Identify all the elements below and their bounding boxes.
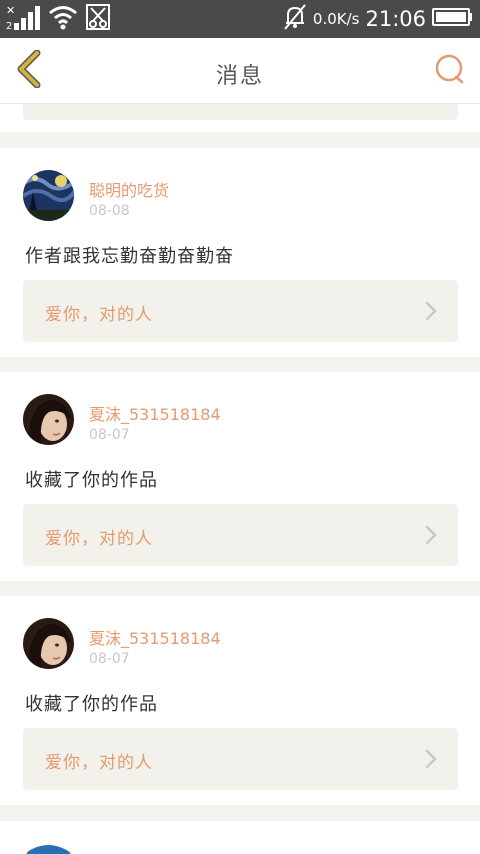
username[interactable]: 夏沫_531518184 [89, 625, 221, 649]
avatar[interactable] [23, 170, 74, 221]
message-text: 收藏了你的作品 [25, 470, 158, 491]
svg-text:✕: ✕ [6, 4, 15, 17]
list-item[interactable]: 夏沫_531518184 08-07 收藏了你的作品 爱你，对的人 [0, 596, 480, 805]
avatar[interactable] [23, 841, 74, 854]
username[interactable]: 聪明的吃货 [89, 177, 169, 201]
network-speed: 0.0K/s [312, 10, 360, 28]
work-title: 爱你，对的人 [45, 529, 153, 549]
status-bar-right: 0.0K/s 21:06 [283, 4, 474, 34]
list-item[interactable]: 聪明的吃货 08-08 作者跟我忘勤奋勤奋勤奋 爱你，对的人 [0, 148, 480, 357]
chevron-right-icon [424, 300, 438, 322]
clock-time: 21:06 [365, 7, 426, 31]
work-title: 爱你，对的人 [45, 753, 153, 773]
mute-bell-icon [283, 4, 307, 34]
app-header: 消息 [0, 38, 480, 104]
search-icon [434, 53, 466, 89]
svg-text:2: 2 [6, 21, 12, 31]
timestamp: 08-07 [89, 651, 130, 667]
list-item[interactable]: 夏沫_531518184 08-07 收藏了你的作品 爱你，对的人 [0, 372, 480, 581]
status-bar: ✕ 2 0.0K/s 21:06 [0, 0, 480, 38]
username[interactable]: 夏沫_531518184 [89, 401, 221, 425]
list-item-partial [0, 104, 480, 132]
timestamp: 08-08 [89, 203, 130, 219]
work-reference[interactable]: 爱你，对的人 [23, 504, 458, 566]
battery-icon [432, 7, 474, 31]
avatar[interactable] [23, 394, 74, 445]
chevron-right-icon [424, 524, 438, 546]
message-list[interactable]: 聪明的吃货 08-08 作者跟我忘勤奋勤奋勤奋 爱你，对的人 夏沫_531518… [0, 104, 480, 854]
message-text: 作者跟我忘勤奋勤奋勤奋 [25, 246, 234, 267]
status-bar-left: ✕ 2 [6, 4, 110, 34]
reference-box-partial [23, 104, 458, 120]
list-item-partial[interactable] [0, 821, 480, 854]
message-text: 收藏了你的作品 [25, 694, 158, 715]
scissors-icon [86, 4, 110, 34]
avatar[interactable] [23, 618, 74, 669]
page-title: 消息 [215, 64, 264, 89]
signal-icon: ✕ 2 [6, 3, 40, 35]
work-title: 爱你，对的人 [45, 305, 153, 325]
work-reference[interactable]: 爱你，对的人 [23, 728, 458, 790]
chevron-right-icon [424, 748, 438, 770]
search-button[interactable] [430, 51, 470, 91]
work-reference[interactable]: 爱你，对的人 [23, 280, 458, 342]
wifi-icon [48, 4, 78, 34]
timestamp: 08-07 [89, 427, 130, 443]
